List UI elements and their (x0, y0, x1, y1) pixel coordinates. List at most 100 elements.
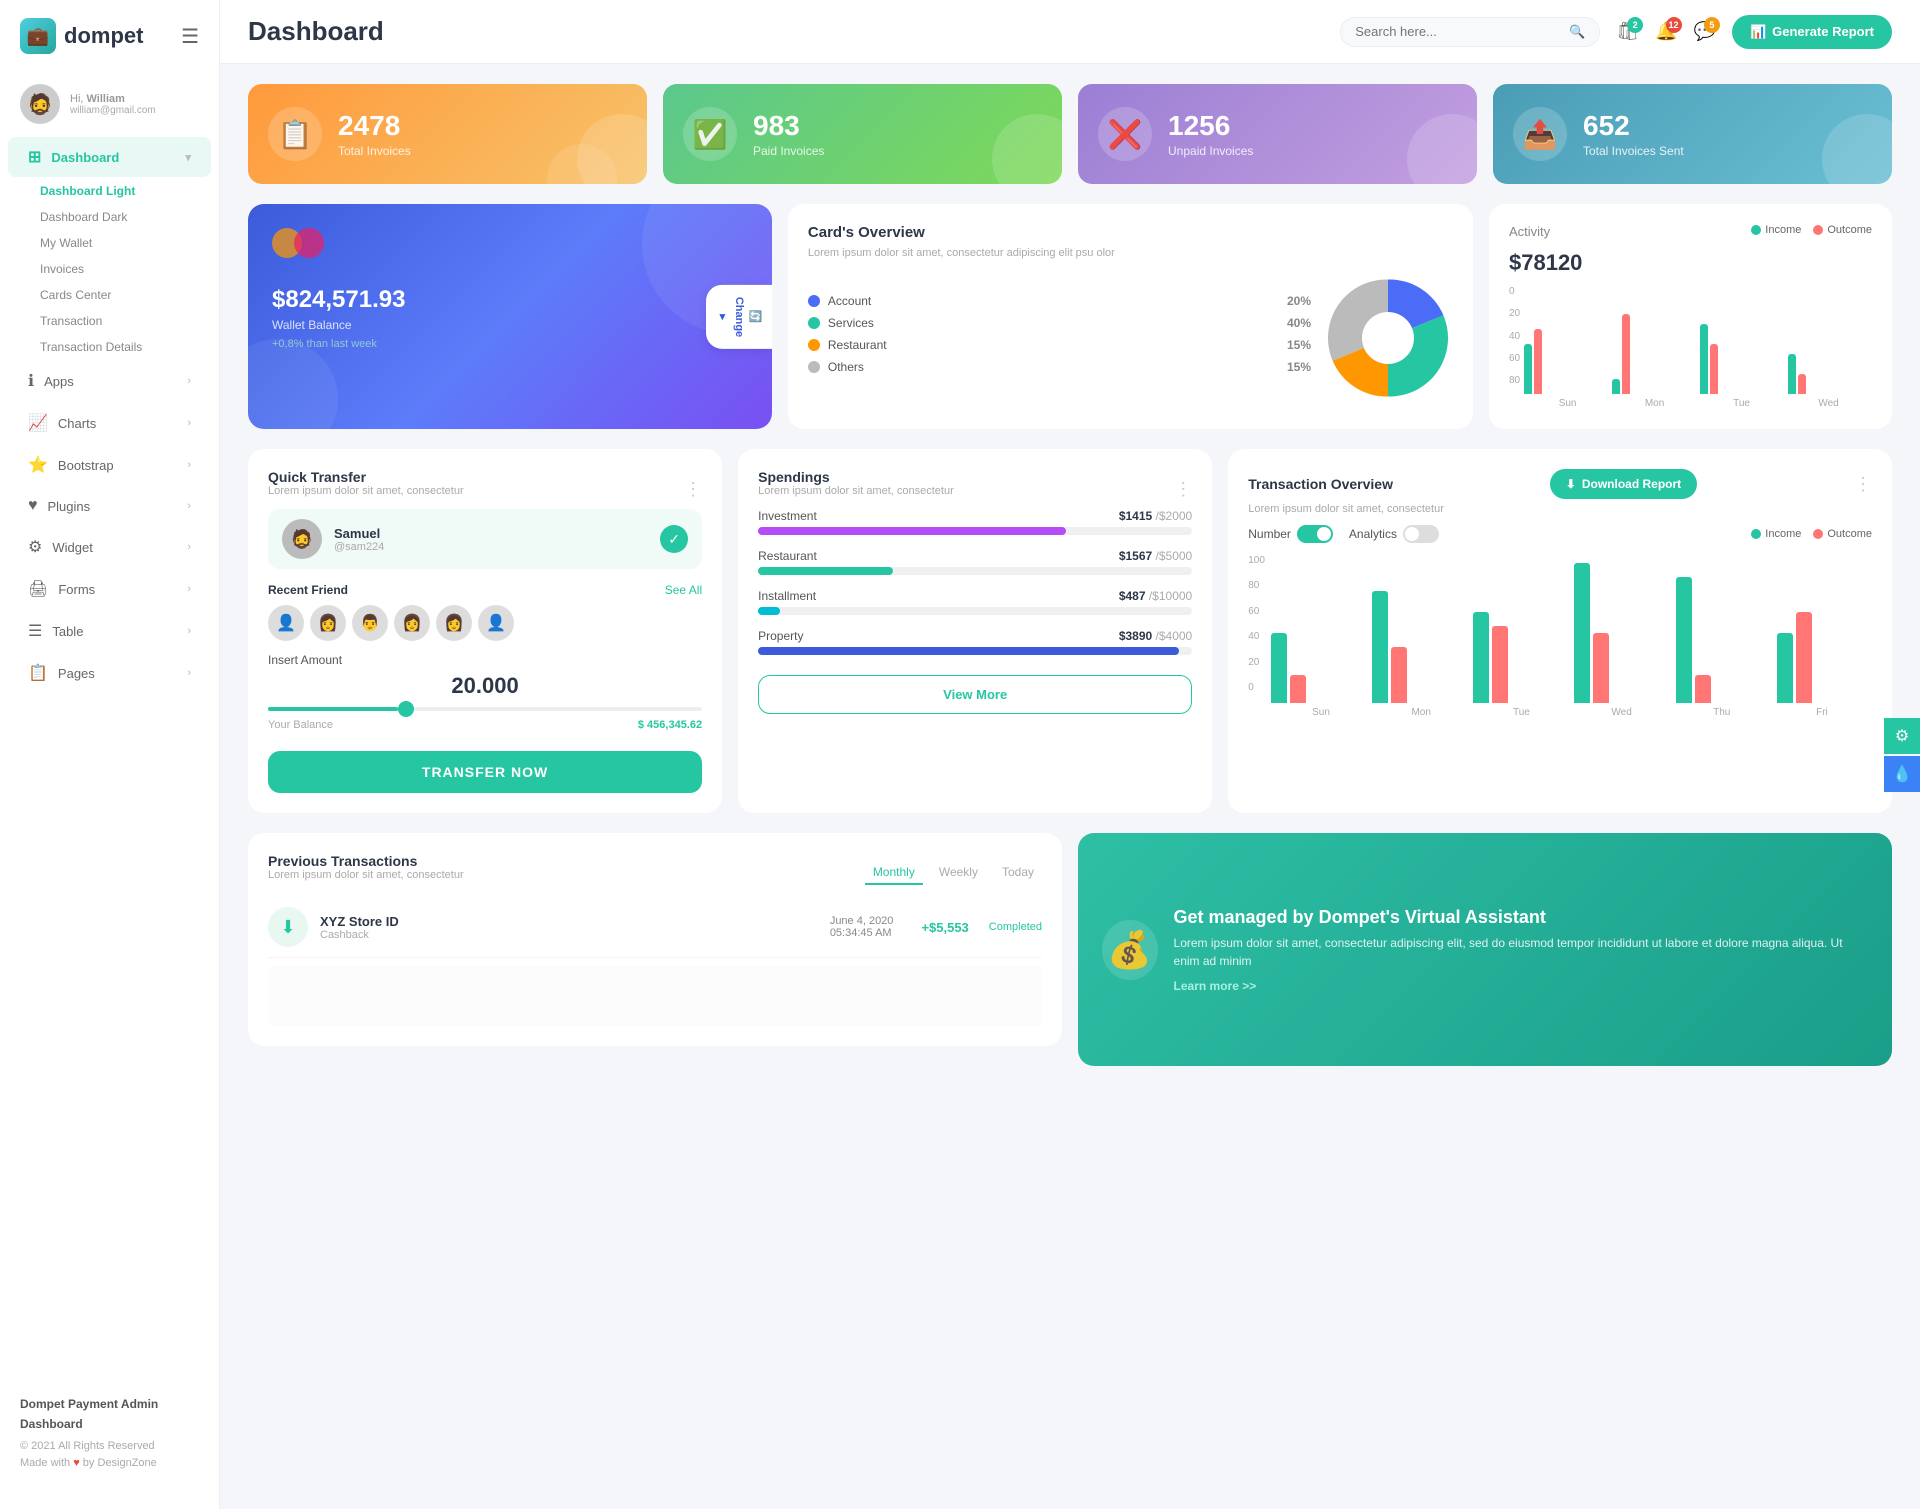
amount-section: Insert Amount 20.000 Your Balance $ 456,… (268, 653, 702, 731)
sidebar-item-label: Pages (58, 666, 95, 681)
hamburger-icon[interactable]: ☰ (181, 24, 199, 49)
sidebar-item-pages[interactable]: 📋 Pages › (8, 653, 211, 693)
chevron-right-icon: › (187, 500, 191, 512)
submenu-item-transaction-details[interactable]: Transaction Details (20, 334, 219, 360)
legend-dot-others (808, 361, 820, 373)
page-title: Dashboard (248, 16, 384, 47)
legend-label-restaurant: Restaurant (828, 338, 1279, 352)
friend-avatar[interactable]: 👩 (394, 605, 430, 641)
refresh-icon: 🔄 (749, 310, 762, 323)
sidebar-item-widget[interactable]: ⚙ Widget › (8, 527, 211, 567)
generate-report-button[interactable]: 📊 Generate Report (1732, 15, 1892, 49)
sidebar-item-table[interactable]: ☰ Table › (8, 611, 211, 651)
income-bar (1700, 324, 1708, 394)
chevron-down-icon: ▾ (185, 151, 191, 164)
more-options-icon[interactable]: ⋮ (1854, 474, 1872, 495)
wallet-circle-2 (294, 228, 324, 258)
friend-avatar[interactable]: 👤 (268, 605, 304, 641)
spending-name: Installment (758, 589, 816, 603)
income-label: Income (1765, 224, 1801, 236)
settings-float-button[interactable]: ⚙ (1884, 718, 1920, 754)
sidebar-item-charts[interactable]: 📈 Charts › (8, 403, 211, 443)
view-more-button[interactable]: View More (758, 675, 1192, 714)
message-icon-btn[interactable]: 💬 5 (1694, 21, 1716, 42)
wallet-bg2 (248, 339, 338, 429)
income-bar (1271, 633, 1287, 703)
spending-top: Property $3890 /$4000 (758, 629, 1192, 643)
sidebar-footer: Dompet Payment Admin Dashboard © 2021 Al… (0, 1379, 219, 1489)
amount-value: 20.000 (268, 673, 702, 699)
search-input[interactable] (1355, 24, 1561, 39)
sidebar-item-apps[interactable]: ℹ Apps › (8, 361, 211, 401)
spending-bar-track (758, 647, 1192, 655)
tx-icon: ⬇ (268, 907, 308, 947)
chart-labels: SunMonTueWed (1524, 398, 1872, 409)
sidebar-item-dashboard[interactable]: ⊞ Dashboard ▾ (8, 137, 211, 177)
legend-val-restaurant: 15% (1287, 338, 1311, 352)
more-options-icon[interactable]: ⋮ (684, 479, 702, 500)
stat-card-info: 2478 Total Invoices (338, 110, 411, 158)
number-toggle-switch[interactable] (1297, 525, 1333, 543)
submenu-item-dashboard-light[interactable]: Dashboard Light (20, 178, 219, 204)
contact-id: @sam224 (334, 541, 384, 553)
tab-weekly[interactable]: Weekly (931, 861, 986, 885)
overview-legend: Account 20% Services 40% Restaurant 15% (808, 294, 1311, 382)
spending-bar-track (758, 607, 1192, 615)
tab-monthly[interactable]: Monthly (865, 861, 923, 885)
bar-day-label: Tue (1698, 398, 1785, 409)
sidebar-item-forms[interactable]: 🖨 Forms › (8, 569, 211, 609)
sidebar-item-label: Forms (58, 582, 95, 597)
tx-date: June 4, 2020 05:34:45 AM (830, 915, 894, 939)
pie-svg (1323, 273, 1453, 403)
analytics-toggle-switch[interactable] (1403, 525, 1439, 543)
selected-contact[interactable]: 🧔 Samuel @sam224 ✓ (268, 509, 702, 569)
spending-top: Investment $1415 /$2000 (758, 509, 1192, 523)
chevron-right-icon: › (187, 625, 191, 637)
charts-icon: 📈 (28, 413, 48, 433)
water-float-button[interactable]: 💧 (1884, 756, 1920, 792)
slider-fill (268, 707, 398, 711)
submenu-item-transaction[interactable]: Transaction (20, 308, 219, 334)
submenu-item-invoices[interactable]: Invoices (20, 256, 219, 282)
more-options-icon[interactable]: ⋮ (1174, 479, 1192, 500)
transfer-now-button[interactable]: TRANSFER NOW (268, 751, 702, 793)
stat-cards-row: 📋 2478 Total Invoices ✅ 983 Paid Invoice… (248, 84, 1892, 184)
friend-avatar[interactable]: 👩 (436, 605, 472, 641)
search-box: 🔍 (1340, 17, 1600, 47)
outcome-legend: Outcome (1813, 528, 1872, 540)
tab-today[interactable]: Today (994, 861, 1042, 885)
legend-val-others: 15% (1287, 360, 1311, 374)
cart-icon-btn[interactable]: 🛍 2 (1616, 21, 1639, 42)
slider-thumb[interactable] (398, 701, 414, 717)
sidebar-item-plugins[interactable]: ♥ Plugins › (8, 487, 211, 525)
sidebar: 💼 dompet ☰ 🧔 Hi, William william@gmail.c… (0, 0, 220, 1509)
tx-type: Cashback (320, 929, 399, 941)
number-toggle-group: Number (1248, 525, 1333, 543)
bar-day-label: Sun (1524, 398, 1611, 409)
friend-avatar[interactable]: 👨 (352, 605, 388, 641)
legend-dot-restaurant (808, 339, 820, 351)
sidebar-item-bootstrap[interactable]: ⭐ Bootstrap › (8, 445, 211, 485)
user-section: 🧔 Hi, William william@gmail.com (0, 72, 219, 136)
bottom-row: Quick Transfer Lorem ipsum dolor sit ame… (248, 449, 1892, 813)
friend-avatar[interactable]: 👤 (478, 605, 514, 641)
spending-bar-track (758, 527, 1192, 535)
submenu-item-cards-center[interactable]: Cards Center (20, 282, 219, 308)
va-learn-more-link[interactable]: Learn more >> (1174, 979, 1257, 993)
plugins-icon: ♥ (28, 497, 38, 515)
download-report-button[interactable]: ⬇ Download Report (1550, 469, 1697, 499)
friend-avatar[interactable]: 👩 (310, 605, 346, 641)
spending-item: Restaurant $1567 /$5000 (758, 549, 1192, 575)
chevron-right-icon: › (187, 583, 191, 595)
tx-toggles: Number Analytics Inc (1248, 525, 1872, 543)
see-all-link[interactable]: See All (665, 583, 702, 597)
wallet-change-button[interactable]: 🔄 Change ▾ (706, 284, 772, 348)
cards-overview-subtitle: Lorem ipsum dolor sit amet, consectetur … (808, 247, 1115, 259)
chevron-right-icon: › (187, 667, 191, 679)
tx-bars-wrapper: SunMonTueWedThuFri (1271, 555, 1872, 718)
submenu-item-dashboard-dark[interactable]: Dashboard Dark (20, 204, 219, 230)
balance-value: $ 456,345.62 (638, 719, 702, 731)
submenu-item-my-wallet[interactable]: My Wallet (20, 230, 219, 256)
spending-bar-fill (758, 607, 780, 615)
notification-icon-btn[interactable]: 🔔 12 (1655, 21, 1677, 42)
